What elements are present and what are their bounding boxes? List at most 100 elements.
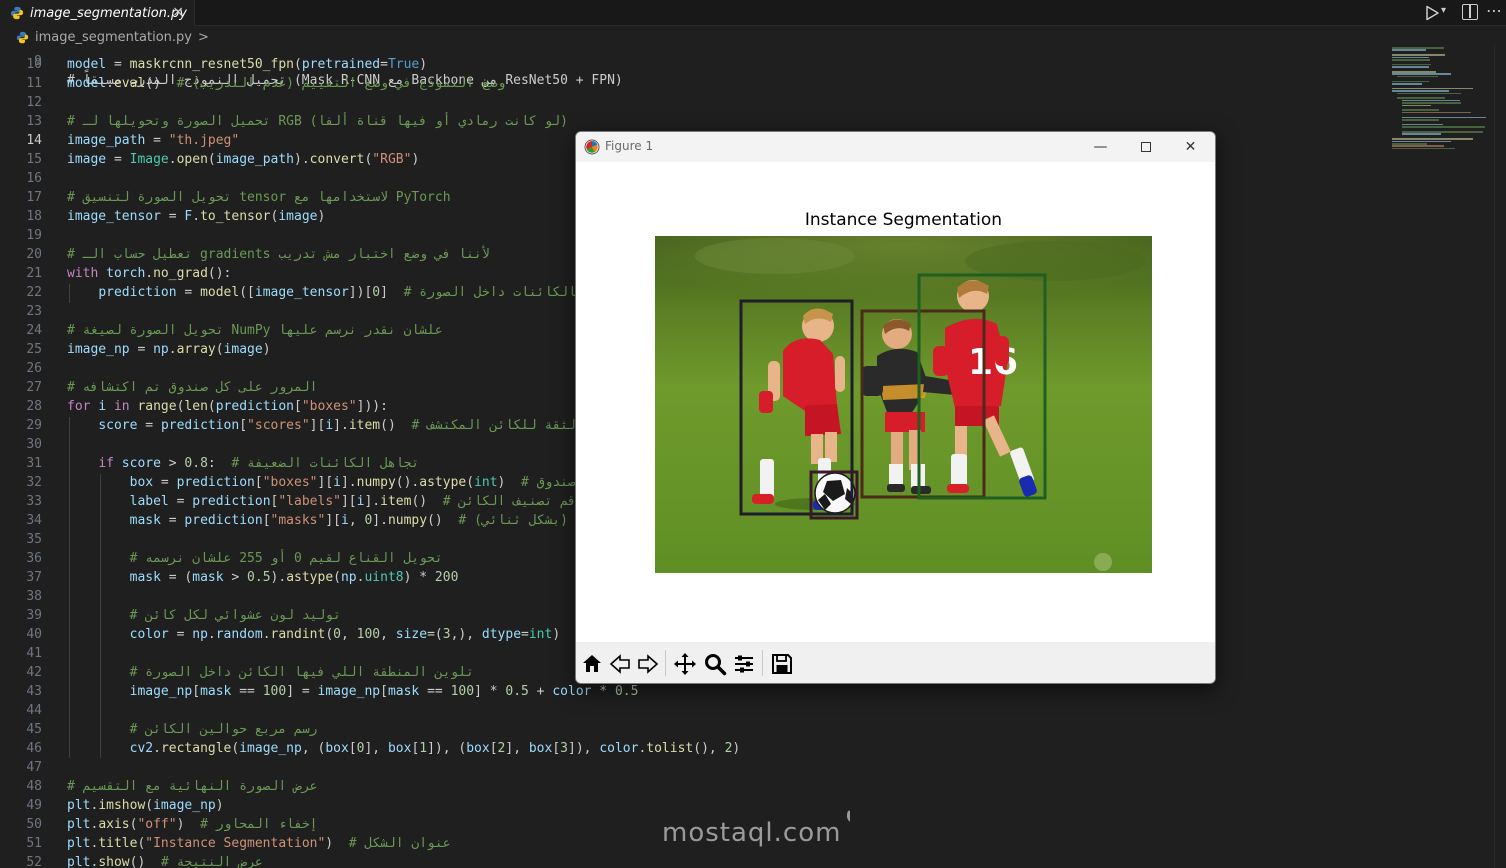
minimap-line [1392, 63, 1431, 66]
maximize-button[interactable] [1123, 132, 1168, 162]
code-text: cv2.rectangle(image_np, (box[0], box[1])… [129, 741, 741, 756]
code-text: model.eval() # وضع النموذج في وضع التقيي… [67, 76, 506, 91]
indent-guide [100, 474, 101, 758]
run-icon[interactable] [1423, 4, 1441, 22]
minimap-line [1392, 71, 1436, 73]
forward-icon[interactable] [636, 652, 660, 676]
minimap-line [1392, 145, 1444, 147]
code-text: mask = prediction["masks"][i, 0].numpy()… [129, 513, 623, 528]
minimap-line [1392, 140, 1451, 143]
minimap-line [1392, 87, 1473, 90]
minimap-line [1392, 138, 1473, 140]
line-number: 38 [26, 589, 42, 604]
code-text: # عرض الصورة النهائية مع التقسيم [67, 779, 318, 794]
figure-window[interactable]: Figure 1 — ✕ Instance Segmentation 16 [575, 131, 1216, 684]
minimap[interactable] [1392, 45, 1492, 165]
line-number: 42 [26, 665, 42, 680]
line-number: 28 [26, 399, 42, 414]
line-number: 11 [26, 76, 42, 91]
code-text: color = np.random.randint(0, 100, size=(… [129, 627, 561, 642]
maximize-icon [1140, 142, 1151, 152]
run-dropdown-icon[interactable]: ▾ [1441, 5, 1446, 16]
code-line[interactable]: 44 [0, 701, 1390, 720]
back-icon[interactable] [608, 652, 632, 676]
code-text: # تلوين المنطقة اللي فيها الكائن داخل ال… [129, 665, 475, 680]
minimap-line [1396, 75, 1438, 78]
code-line[interactable]: 46 cv2.rectangle(image_np, (box[0], box[… [0, 739, 1390, 758]
line-number: 27 [26, 380, 42, 395]
minimap-line [1401, 116, 1486, 119]
code-text: image_np[mask == 100] = image_np[mask ==… [129, 684, 639, 699]
code-text: box = prediction["boxes"][i].numpy().ast… [129, 475, 662, 490]
minimap-line [1401, 111, 1471, 114]
code-text: with torch.no_grad(): [67, 266, 232, 281]
save-icon[interactable] [770, 652, 794, 676]
pan-icon[interactable] [673, 652, 697, 676]
code-line[interactable]: 10 model = maskrcnn_resnet50_fpn(pretrain… [0, 55, 1390, 74]
code-text: # تحويل القناع لقيم 0 أو 255 علشان نرسمه [129, 551, 443, 566]
toolbar-separator [665, 650, 666, 676]
minimap-line [1392, 83, 1422, 85]
svg-text:مستقل: مستقل [844, 778, 850, 825]
minimap-line [1392, 73, 1451, 75]
line-number: 19 [26, 228, 42, 243]
minimap-line [1401, 99, 1460, 102]
more-icon[interactable]: ⋯ [1486, 1, 1502, 20]
line-number: 50 [26, 817, 42, 832]
breadcrumb-filename[interactable]: image_segmentation.py [35, 30, 192, 45]
code-text: plt.show() # عرض النتيجة [67, 855, 263, 868]
minimap-line [1392, 47, 1444, 49]
minimap-line [1396, 97, 1445, 99]
line-number: 30 [26, 437, 42, 452]
line-number: 25 [26, 342, 42, 357]
minimap-line [1392, 147, 1455, 150]
code-line[interactable]: 13 # تحميل الصورة وتحويلها لـ RGB (لو كان… [0, 112, 1390, 131]
configure-icon[interactable] [732, 652, 756, 676]
minimap-line [1392, 143, 1427, 145]
code-text: # رسم مربع حوالين الكائن [129, 722, 318, 737]
editor-scrollbar[interactable] [1494, 45, 1506, 868]
code-text: label = prediction["labels"][i].item() #… [129, 494, 584, 509]
code-line[interactable]: 12 [0, 93, 1390, 112]
code-text: prediction = model([image_tensor])[0] # … [98, 285, 639, 300]
figure-canvas[interactable]: Instance Segmentation 16 [576, 162, 1215, 642]
figure-titlebar[interactable]: Figure 1 — ✕ [576, 132, 1215, 162]
line-number: 52 [26, 855, 42, 868]
code-line[interactable]: 11 model.eval() # وضع النموذج في وضع التق… [0, 74, 1390, 93]
matplotlib-icon [584, 139, 600, 155]
code-line[interactable]: 43 image_np[mask == 100] = image_np[mask… [0, 682, 1390, 701]
split-editor-icon[interactable] [1462, 4, 1478, 20]
minimap-line [1401, 109, 1439, 111]
code-line-partial: 9 # تحميل النموذج المدرب مسبقاً (Mask R-… [34, 54, 623, 88]
line-number: 39 [26, 608, 42, 623]
minimap-line [1401, 133, 1441, 135]
home-icon[interactable] [580, 652, 604, 676]
close-button[interactable]: ✕ [1168, 132, 1213, 162]
editor-tab[interactable]: image_segmentation.py × [0, 0, 195, 26]
segmented-photo: 16 [655, 236, 1152, 573]
python-icon [16, 31, 29, 43]
tab-close-icon[interactable]: × [172, 4, 184, 20]
toolbar-separator [762, 650, 763, 676]
line-number: 31 [26, 456, 42, 471]
line-number: 36 [26, 551, 42, 566]
line-number: 16 [26, 171, 42, 186]
line-number: 29 [26, 418, 42, 433]
code-line[interactable]: 45 # رسم مربع حوالين الكائن [0, 720, 1390, 739]
figure-title: Figure 1 [605, 139, 654, 153]
line-number: 21 [26, 266, 42, 281]
line-number: 14 [26, 133, 42, 148]
minimize-button[interactable]: — [1078, 132, 1123, 162]
line-number: 13 [26, 114, 42, 129]
minimap-line [1392, 59, 1430, 61]
minimize-icon: — [1093, 139, 1108, 155]
figure-toolbar [576, 642, 1215, 683]
editor-tab-bar: image_segmentation.py × ▾ ⋯ [0, 0, 1506, 26]
line-number: 40 [26, 627, 42, 642]
zoom-icon[interactable] [703, 652, 727, 676]
code-line[interactable]: 52 plt.show() # عرض النتيجة [0, 853, 1390, 868]
breadcrumb: image_segmentation.py > [16, 27, 209, 47]
minimap-line [1401, 119, 1439, 121]
line-number: 45 [26, 722, 42, 737]
code-text: model = maskrcnn_resnet50_fpn(pretrained… [67, 57, 428, 72]
